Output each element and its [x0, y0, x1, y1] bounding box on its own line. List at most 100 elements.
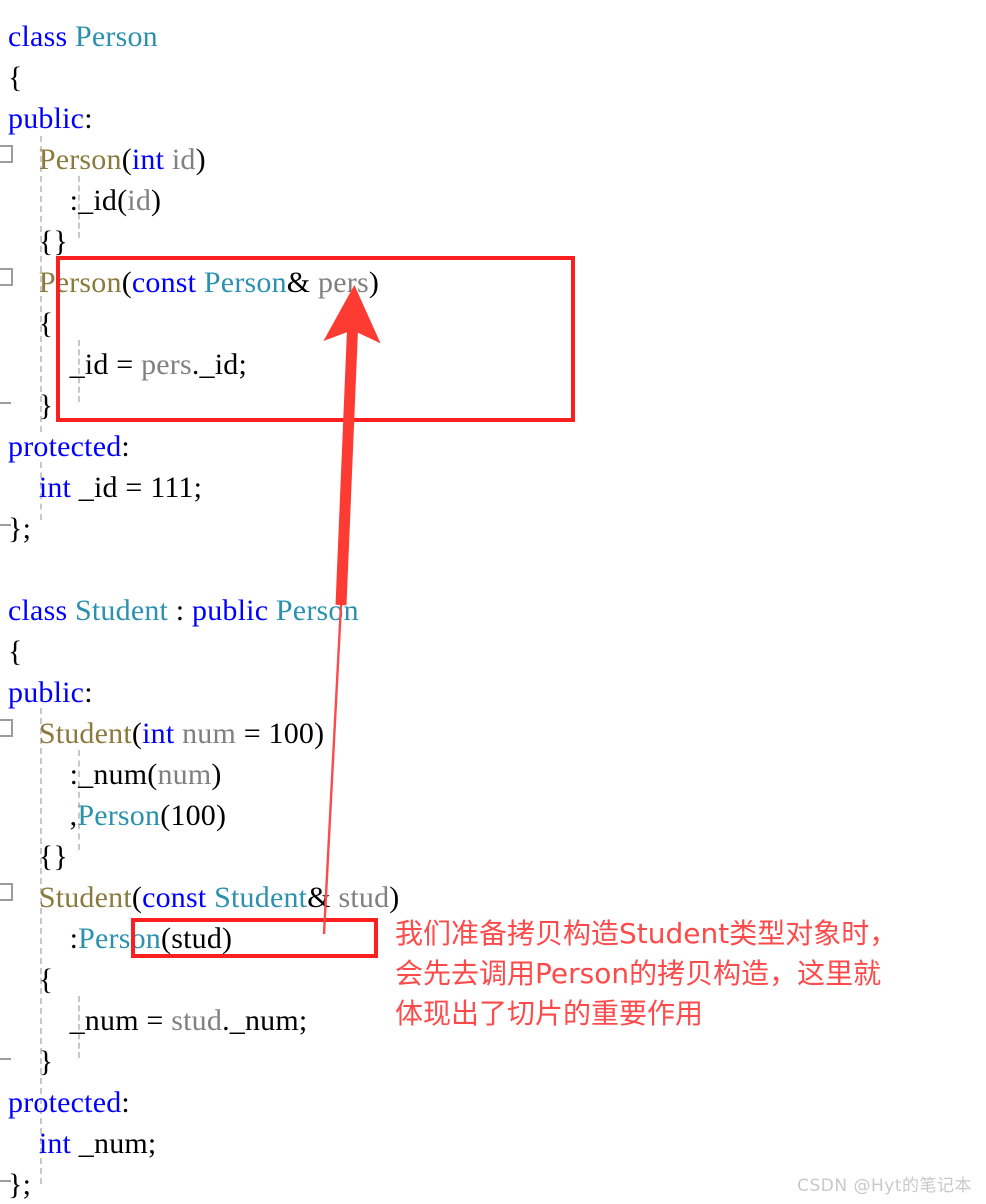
code-token: Student [38, 881, 132, 914]
code-token: : [8, 922, 79, 955]
code-token: ( [131, 881, 143, 914]
code-token: _id = 111; [71, 471, 203, 504]
code-line[interactable]: _num = stud._num; [8, 1000, 308, 1041]
code-token: int [38, 471, 72, 504]
code-token: : [168, 594, 193, 627]
person-init-list-box [131, 918, 378, 958]
code-line[interactable]: Student(int num = 100) [8, 713, 324, 754]
code-token: : [84, 676, 93, 709]
code-line[interactable]: :_id(id) [8, 180, 161, 221]
code-line[interactable]: }; [8, 1164, 31, 1204]
code-screenshot: class Person{public: Person(int id) :_id… [0, 0, 986, 1204]
code-token: Student [214, 881, 308, 914]
code-token: Student [75, 594, 169, 627]
code-token: public [8, 102, 85, 135]
code-token: } [8, 1045, 54, 1078]
csdn-watermark: CSDN @Hyt的笔记本 [797, 1176, 972, 1196]
code-token: ( [121, 143, 132, 176]
code-line[interactable]: Student(const Student& stud) [8, 877, 399, 918]
code-token: protected [8, 1086, 122, 1119]
code-token: stud [338, 881, 390, 914]
code-token: : [84, 102, 93, 135]
code-token: _num = [8, 1004, 172, 1037]
code-line[interactable]: Person(int id) [8, 139, 206, 180]
code-token: class [8, 20, 76, 53]
code-token: ( [131, 717, 143, 750]
code-line[interactable]: { [8, 959, 53, 1000]
code-token: ) [195, 143, 206, 176]
code-line[interactable]: {} [8, 836, 68, 877]
code-token: ) [211, 758, 222, 791]
code-token: Student [38, 717, 132, 750]
code-line[interactable]: } [8, 1041, 53, 1082]
code-line[interactable]: int _id = 111; [8, 467, 202, 508]
code-token: id [171, 143, 196, 176]
code-token: : [8, 184, 79, 217]
code-line[interactable]: ,Person(100) [8, 795, 226, 836]
code-token: { [8, 307, 54, 340]
code-token: : [121, 430, 130, 463]
code-token: , [8, 799, 78, 832]
code-line[interactable]: :_num(num) [8, 754, 222, 795]
code-token: Person [275, 594, 359, 627]
code-token: int [131, 143, 165, 176]
code-token: stud [171, 1004, 223, 1037]
chinese-annotation-note: 我们准备拷贝构造Student类型对象时， 会先去调用Person的拷贝构造，这… [395, 917, 898, 1030]
code-line[interactable]: int _num; [8, 1123, 156, 1164]
code-token: public [192, 594, 269, 627]
code-token: protected [8, 430, 122, 463]
code-token: {} [8, 225, 68, 258]
code-token: class [8, 594, 76, 627]
code-line[interactable]: }; [8, 508, 31, 549]
code-token: { [8, 635, 23, 668]
code-line[interactable]: { [8, 631, 23, 672]
code-token: ._num; [222, 1004, 308, 1037]
code-line[interactable]: protected: [8, 426, 130, 467]
code-token: }; [8, 512, 32, 545]
code-line[interactable]: class Person [8, 16, 158, 57]
code-token: _id [78, 184, 118, 217]
code-token: int [142, 717, 175, 750]
code-token: ( [117, 184, 128, 217]
code-line[interactable]: public: [8, 672, 93, 713]
code-token: ) [389, 881, 400, 914]
code-line[interactable]: { [8, 57, 23, 98]
code-token: } [8, 389, 54, 422]
code-token: & [307, 881, 331, 914]
code-line[interactable]: { [8, 303, 53, 344]
code-line[interactable]: protected: [8, 1082, 130, 1123]
code-token: _num; [71, 1127, 157, 1160]
code-token: { [8, 963, 54, 996]
code-line[interactable]: } [8, 385, 53, 426]
code-token: num [157, 758, 212, 791]
code-token: { [8, 61, 23, 94]
code-token: = 100) [236, 717, 325, 750]
code-token: (100) [160, 799, 227, 832]
code-token: public [8, 676, 85, 709]
code-token: Person [75, 20, 158, 53]
code-token: Person [77, 799, 161, 832]
code-token: }; [8, 1168, 32, 1201]
code-line[interactable]: class Student : public Person [8, 590, 359, 631]
code-token: num [182, 717, 237, 750]
code-token: ) [151, 184, 162, 217]
code-line[interactable]: public: [8, 98, 93, 139]
code-token: id [127, 184, 152, 217]
code-token: const [142, 881, 207, 914]
code-token: : [121, 1086, 130, 1119]
person-copy-ctor-box [56, 256, 575, 422]
code-token: {} [8, 840, 68, 873]
code-token: Person [38, 143, 122, 176]
code-token: :_num( [8, 758, 158, 791]
code-token: int [38, 1127, 72, 1160]
